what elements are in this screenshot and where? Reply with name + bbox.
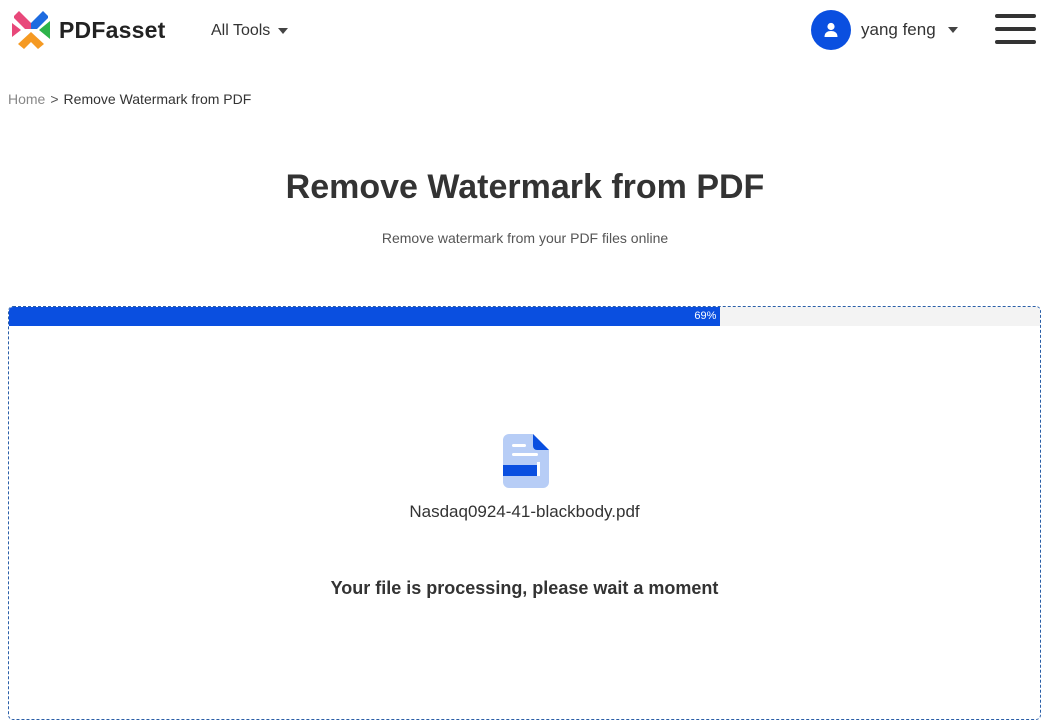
page-subtitle: Remove watermark from your PDF files onl… <box>381 230 669 246</box>
logo[interactable]: PDFasset <box>12 11 165 49</box>
progress-fill: 69% <box>9 307 721 326</box>
user-name: yang feng <box>861 20 936 39</box>
processing-status: Your file is processing, please wait a m… <box>330 578 719 598</box>
caret-down-icon <box>947 27 958 33</box>
breadcrumb-home-link[interactable]: Home <box>8 91 45 107</box>
user-icon <box>824 22 838 37</box>
breadcrumb: Home > Remove Watermark from PDF <box>8 91 251 107</box>
file-name: Nasdaq0924-41-blackbody.pdf <box>409 502 640 521</box>
caret-down-icon <box>278 28 289 34</box>
avatar[interactable] <box>811 10 851 50</box>
upload-area: 69% Nasdaq0924-41-blackbody.pdf Your fil… <box>8 306 1041 720</box>
menu-line <box>995 27 1036 31</box>
hamburger-menu-icon[interactable] <box>995 14 1037 46</box>
menu-line <box>995 14 1036 18</box>
pdfasset-logo-icon <box>12 11 50 49</box>
progress-bar: 69% <box>9 307 1040 326</box>
breadcrumb-separator: > <box>50 91 59 107</box>
menu-line <box>995 40 1036 44</box>
user-menu[interactable]: yang feng <box>811 10 958 50</box>
all-tools-dropdown[interactable]: All Tools <box>211 20 289 42</box>
page-title: Remove Watermark from PDF <box>285 168 765 206</box>
site-header: PDFasset All Tools yang feng <box>0 0 1050 62</box>
all-tools-label: All Tools <box>211 22 271 39</box>
progress-percent: 69% <box>694 310 717 322</box>
pdf-file-icon <box>503 434 549 488</box>
breadcrumb-current: Remove Watermark from PDF <box>63 91 252 107</box>
logo-text: PDFasset <box>59 16 166 43</box>
